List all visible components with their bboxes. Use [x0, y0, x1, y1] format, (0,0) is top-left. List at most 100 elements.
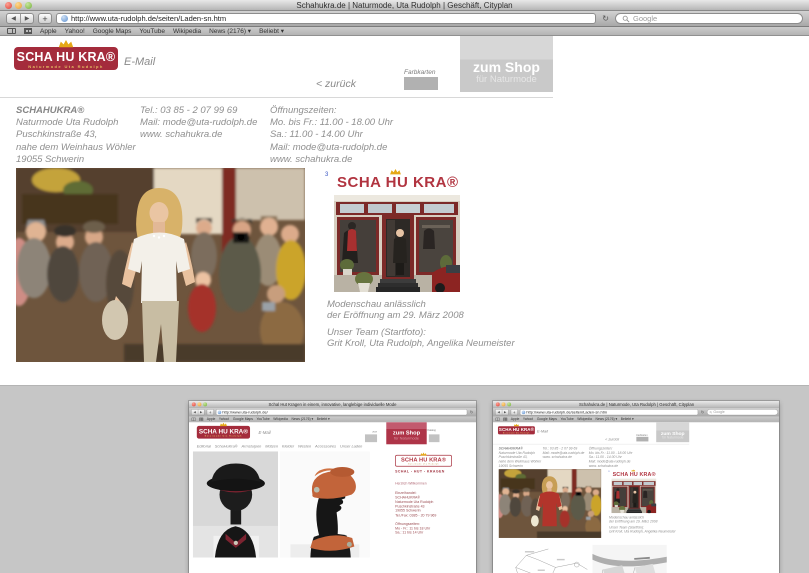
nav-link-accessoires[interactable]: Accessoires [315, 444, 336, 448]
reload-button[interactable]: ↻ [700, 410, 705, 415]
email-link[interactable]: E-Mail [259, 430, 271, 435]
bookmark-item[interactable]: Beliebt ▾ [317, 417, 330, 421]
address-bar[interactable]: http://www.uta-rudolph.de/seiten/Laden-s… [520, 409, 698, 415]
zoom-button[interactable] [203, 402, 207, 406]
logo-plate: SCHA HU KRA® Naturmode Uta Rudolph [14, 47, 118, 70]
main-browser-window: Schahukra.de | Naturmode, Uta Rudolph | … [0, 0, 809, 385]
add-bookmark-button[interactable]: + [38, 13, 52, 24]
bookmark-item[interactable]: Beliebt ▾ [259, 27, 284, 35]
close-button[interactable] [5, 2, 12, 9]
bookmark-item[interactable]: Apple [40, 28, 57, 35]
bookmark-item[interactable]: YouTube [256, 417, 269, 421]
back-button[interactable]: ◀ [7, 14, 20, 23]
site-favicon-icon [218, 410, 222, 414]
bookmarks-book-icon[interactable] [191, 418, 195, 421]
address-bar[interactable]: http://www.uta-rudolph.de/seiten/Laden-s… [56, 13, 596, 24]
nav-link-editorial[interactable]: Editorial [197, 444, 211, 448]
bookmarks-book-icon[interactable] [495, 418, 499, 421]
thumbnail-window-shop[interactable]: Schal Hut Kragen in einem, innovative, l… [189, 401, 476, 573]
minimize-button[interactable] [198, 402, 202, 406]
address-bar[interactable]: http://www.uta-rudolph.de/ [216, 409, 467, 415]
forward-button[interactable]: ▶ [198, 410, 204, 415]
google-search-field[interactable]: Google [707, 409, 778, 415]
contact-block: Tel.: 03 85 - 2 07 99 69 Mail: mode@uta-… [140, 105, 257, 142]
google-search-field[interactable]: Google [615, 13, 803, 24]
site-logo[interactable]: SCHA HU KRA® Naturmode Uta Rudolph [197, 426, 250, 439]
window-titlebar[interactable]: Schahukra.de | Naturmode, Uta Rudolph | … [0, 0, 809, 11]
cityplan-sketch [504, 545, 589, 573]
nav-link-westen[interactable]: Westen [298, 444, 311, 448]
reload-button[interactable]: ↻ [600, 14, 611, 23]
nav-link-muetzen[interactable]: Mützen [265, 444, 278, 448]
bookmark-item[interactable]: Yahoo! [65, 28, 85, 35]
zurueck-link[interactable]: < zurück [605, 437, 619, 441]
close-button[interactable] [192, 402, 196, 406]
bookmarks-grid-icon[interactable] [503, 418, 507, 421]
katalog-label: Katalog [427, 429, 441, 431]
text-line: Tel./Fax: 0385 - 20 79 969 [395, 513, 455, 517]
close-button[interactable] [496, 402, 500, 406]
zum-shop-button[interactable]: zum Shop für Naturmode [656, 422, 689, 442]
zurueck-link[interactable]: < zurück [316, 78, 356, 90]
fuer-naturmode-label: für Naturmode [386, 436, 426, 440]
forward-button[interactable]: ▶ [502, 410, 508, 415]
zoom-button[interactable] [25, 2, 32, 9]
zoom-button[interactable] [507, 402, 511, 406]
bookmark-item[interactable]: Yahoo! [219, 417, 229, 421]
email-link[interactable]: E-Mail [124, 56, 155, 68]
nav-link-kleider[interactable]: Kleider [282, 444, 294, 448]
bookmark-item[interactable]: Google Maps [233, 417, 253, 421]
bookmark-item[interactable]: News (2176) ▾ [209, 27, 251, 35]
bookmark-item[interactable]: Wikipedia [273, 417, 288, 421]
bookmark-item[interactable]: Wikipedia [577, 417, 592, 421]
site-logo[interactable]: SCHA HU KRA® Naturmode Uta Rudolph [498, 426, 535, 434]
forward-button[interactable]: ▶ [20, 14, 33, 23]
bookmark-item[interactable]: News (2176) ▾ [595, 417, 617, 421]
window-titlebar[interactable]: Schahukra.de | Naturmode, Uta Rudolph | … [493, 401, 779, 408]
farbkarten-swatch[interactable] [404, 77, 438, 90]
nav-link-schahukra[interactable]: SchaHuKra® [215, 444, 238, 448]
farbkarten-swatch[interactable] [636, 437, 648, 442]
thumbnail-window-laden[interactable]: Schahukra.de | Naturmode, Uta Rudolph | … [493, 401, 779, 573]
text-line: Puschkinstraße 43, [16, 129, 136, 141]
bookmark-item[interactable]: Apple [511, 417, 520, 421]
crown-icon [389, 169, 402, 175]
bookmark-item[interactable]: Beliebt ▾ [621, 417, 634, 421]
site-logo[interactable]: SCHA HU KRA® Naturmode Uta Rudolph [14, 47, 118, 70]
bookmarks-grid-icon[interactable] [199, 418, 203, 421]
zum-shop-button[interactable]: zum Shop für Naturmode [460, 36, 553, 92]
image-marker: 3 [325, 172, 328, 178]
bookmark-item[interactable]: Apple [207, 417, 216, 421]
minimize-button[interactable] [15, 2, 22, 9]
bookmark-item[interactable]: Google Maps [93, 28, 132, 35]
text-line: Sa.: 11.00 - 14.00 Uhr [270, 129, 393, 141]
swatch-box[interactable] [365, 434, 377, 442]
schahukra-page: SCHA HU KRA® Naturmode Uta Rudolph E-Mai… [0, 36, 809, 385]
bookmark-item[interactable]: Yahoo! [523, 417, 533, 421]
add-bookmark-button[interactable]: + [207, 409, 214, 415]
history-buttons: ◀ ▶ [495, 409, 508, 415]
nav-link-unser-laden[interactable]: Unser Laden [340, 444, 362, 448]
text-line: Öffnungszeiten: [270, 105, 393, 117]
nav-link-armstulpen[interactable]: Armstulpen [242, 444, 262, 448]
text-line: Naturmode Uta Rudolph [16, 117, 136, 129]
minimize-button[interactable] [502, 402, 506, 406]
add-bookmark-button[interactable]: + [511, 409, 518, 415]
bookmark-item[interactable]: Google Maps [537, 417, 557, 421]
zum-shop-button[interactable]: zum Shop für Naturmode [386, 422, 426, 444]
bookmark-item[interactable]: YouTube [139, 28, 165, 35]
text-line: 19055 Schwerin [16, 154, 136, 166]
url-text: http://www.uta-rudolph.de/seiten/Laden-s… [71, 14, 591, 23]
caption-event: Modenschau anlässlich der Eröffnung am 2… [327, 299, 464, 321]
bookmarks-grid-icon[interactable] [24, 28, 32, 34]
katalog-box[interactable] [429, 434, 440, 442]
bookmark-item[interactable]: Wikipedia [173, 28, 201, 35]
bookmark-item[interactable]: News (2176) ▾ [291, 417, 313, 421]
storefront-block: 3 SCHA HU KRA® [608, 470, 674, 513]
reload-button[interactable]: ↻ [469, 410, 474, 415]
email-link[interactable]: E-Mail [537, 429, 548, 433]
window-titlebar[interactable]: Schal Hut Kragen in einem, innovative, l… [189, 401, 476, 408]
bookmark-item[interactable]: YouTube [560, 417, 573, 421]
caption-event: Modenschau anlässlich der Eröffnung am 2… [609, 516, 658, 524]
bookmarks-book-icon[interactable] [7, 28, 16, 34]
